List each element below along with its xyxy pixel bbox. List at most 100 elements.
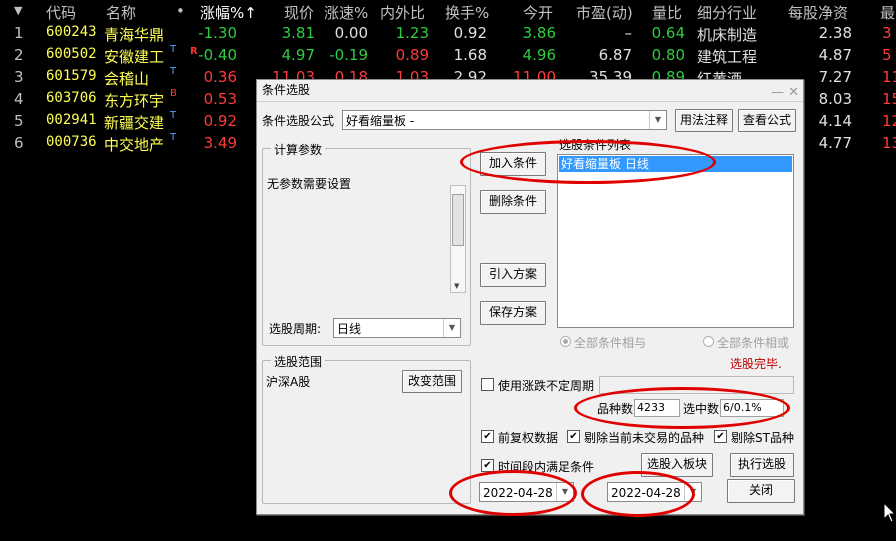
stock-tag-badge: T [170,66,177,77]
chevron-down-icon[interactable]: ▼ [684,483,701,501]
radio-and-label: 全部条件相与 [574,336,647,350]
radio-or[interactable] [703,336,714,347]
cell-vr: 0.64 [651,24,685,42]
col-pe[interactable]: 市盈(动) [576,2,633,23]
time-range-checkbox[interactable]: ✔ [481,459,494,472]
save-plan-button[interactable]: 保存方案 [480,301,546,325]
delete-condition-button[interactable]: 删除条件 [480,190,546,214]
fq-checkbox[interactable]: ✔ [481,430,494,443]
col-name[interactable]: 名称 [106,2,136,23]
col-turnover[interactable]: 换手% [445,2,489,23]
cell-nav: 4.14 [818,112,852,130]
cell-chg: 3.49 [203,134,237,152]
cell-price: 4.97 [281,46,315,64]
formula-label: 条件选股公式 [262,114,335,128]
condition-stock-picker-dialog: 条件选股 — ✕ 条件选股公式 好看缩量板 - ▼ 用法注释 查看公式 计算参数… [256,79,804,515]
stock-code: 002941 [46,112,97,128]
chevron-down-icon[interactable]: ▼ [556,483,573,501]
float-period-label: 使用涨跌不定周期 [498,379,595,393]
date-from-value: 2022-04-28 [483,486,553,500]
stock-code: 603706 [46,90,97,106]
quote-table-header: ▼ 代码 名称 • 涨幅%↑ 现价 涨速% 内外比 换手% 今开 市盈(动) 量… [0,0,896,22]
usage-notes-button[interactable]: 用法注释 [675,109,733,132]
stock-code: 600502 [46,46,97,62]
formula-select[interactable]: 好看缩量板 - ▼ [342,110,667,130]
period-select[interactable]: 日线 ▼ [333,318,461,338]
float-period-checkbox[interactable] [481,378,494,391]
cell-last: 15 [882,90,896,108]
date-from-picker[interactable]: 2022-04-28 ▼ [479,482,574,502]
cell-last: 11 [882,68,896,86]
sort-arrow-icon[interactable]: ▼ [14,4,22,17]
scroll-down-icon[interactable]: ▼ [454,282,459,290]
row-index: 2 [14,46,24,64]
col-nav[interactable]: 每股净资 [788,2,848,23]
col-last[interactable]: 最 [880,2,895,23]
range-group-title: 选股范围 [271,353,326,370]
range-text: 沪深A股 [266,375,311,389]
table-row[interactable]: 2 600502 安徽建工 T R -0.40 4.97 -0.19 0.89 1.68 4.96 6… [0,44,896,66]
condition-list-item[interactable]: 好看缩量板 日线 [559,156,792,172]
radio-or-label: 全部条件相或 [717,336,790,350]
stock-name: 新疆交建 [104,114,165,132]
chevron-down-icon[interactable]: ▼ [649,111,666,129]
col-code[interactable]: 代码 [46,2,76,23]
view-formula-button[interactable]: 查看公式 [738,109,796,132]
dialog-title-bar[interactable]: 条件选股 — ✕ [257,80,803,102]
stock-name: 青海华鼎 [104,26,165,44]
chevron-down-icon[interactable]: ▼ [443,319,460,337]
cell-nav: 4.87 [818,46,852,64]
params-scrollbar[interactable]: ▼ [450,185,466,293]
execute-button[interactable]: 执行选股 [730,453,794,477]
exclude-untraded-checkbox[interactable]: ✔ [567,430,580,443]
date-to-value: 2022-04-28 [611,486,681,500]
row-index: 6 [14,134,24,152]
row-index: 1 [14,24,24,42]
cell-turn: 0.92 [453,24,487,42]
radio-and[interactable] [560,336,571,347]
cell-turn: 1.68 [453,46,487,64]
row-index: 4 [14,90,24,108]
float-period-input[interactable] [599,376,794,394]
col-inout[interactable]: 内外比 [380,2,425,23]
cell-open: 4.96 [522,46,556,64]
selected-value: 6/0.1% [720,399,784,417]
cell-chg: 0.53 [203,90,237,108]
cell-io: 1.23 [395,24,429,42]
col-volratio[interactable]: 量比 [652,2,682,23]
exclude-st-label: 剔除ST品种 [731,431,794,445]
cell-last: 3 [882,24,892,42]
count-value: 4233 [634,399,680,417]
condition-list[interactable]: 好看缩量板 日线 [557,154,794,328]
col-speed[interactable]: 涨速% [324,2,368,23]
cell-nav: 7.27 [818,68,852,86]
table-row[interactable]: 1 600243 青海华鼎 -1.30 3.81 0.00 1.23 0.92 3.86 –0.6… [0,22,896,44]
check-icon: ✔ [716,431,725,442]
select-into-block-button[interactable]: 选股入板块 [641,453,713,477]
cell-chg: 0.92 [203,112,237,130]
change-range-button[interactable]: 改变范围 [402,370,462,393]
exclude-st-checkbox[interactable]: ✔ [714,430,727,443]
cell-industry: 建筑工程 [697,48,758,66]
cell-chg: 0.36 [203,68,237,86]
check-icon: ✔ [569,431,578,442]
exclude-untraded-label: 剔除当前未交易的品种 [584,431,705,445]
cell-open: 3.86 [522,24,556,42]
import-plan-button[interactable]: 引入方案 [480,263,546,287]
scroll-thumb[interactable] [452,194,464,246]
cell-speed: 0.00 [334,24,368,42]
col-industry[interactable]: 细分行业 [697,2,757,23]
close-button[interactable]: 关闭 [727,479,795,503]
col-open[interactable]: 今开 [523,2,553,23]
date-to-picker[interactable]: 2022-04-28 ▼ [607,482,702,502]
range-group: 选股范围 沪深A股 改变范围 [262,353,471,504]
col-dot: • [176,2,185,20]
params-group-title: 计算参数 [271,141,326,158]
count-label: 品种数 [597,402,634,416]
col-change[interactable]: 涨幅%↑ [200,2,257,23]
col-price[interactable]: 现价 [284,2,314,23]
cell-chg: -0.40 [198,46,237,64]
add-condition-button[interactable]: 加入条件 [480,152,546,176]
params-group: 计算参数 无参数需要设置 ▼ 选股周期: 日线 ▼ [262,141,471,346]
window-controls-icon[interactable]: — ✕ [771,82,799,103]
